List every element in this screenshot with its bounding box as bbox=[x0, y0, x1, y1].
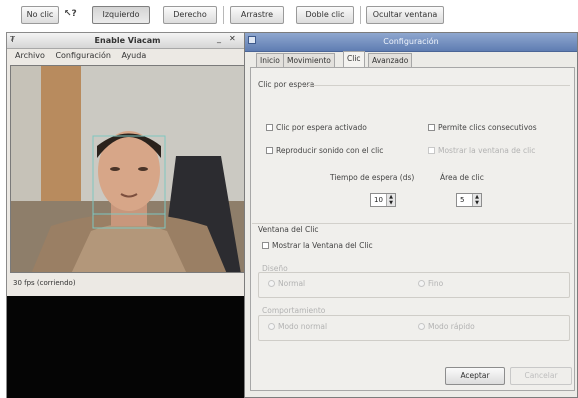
drag-button[interactable]: Arrastre bbox=[230, 6, 284, 24]
allow-consecutive-label: Permite clics consecutivos bbox=[438, 123, 537, 132]
spinner-arrows-icon[interactable]: ▲ ▼ bbox=[386, 194, 395, 206]
left-click-button[interactable]: Izquierdo bbox=[92, 6, 150, 24]
design-thin-label: Fino bbox=[428, 279, 444, 288]
design-normal-radio[interactable] bbox=[268, 280, 275, 287]
design-thin-radio[interactable] bbox=[418, 280, 425, 287]
show-click-window-label: Mostrar la Ventana del Clic bbox=[272, 241, 373, 250]
dwell-enabled-label: Clic por espera activado bbox=[276, 123, 367, 132]
viacam-window: Enable Viacam ₮ _ ✕ Archivo Configuració… bbox=[6, 32, 250, 398]
menu-configuracion[interactable]: Configuración bbox=[55, 51, 111, 60]
behavior-label: Comportamiento bbox=[262, 306, 326, 315]
behavior-normal-label: Modo normal bbox=[278, 322, 328, 331]
tab-inicio[interactable]: Inicio bbox=[256, 53, 284, 67]
behavior-fast-label: Modo rápido bbox=[428, 322, 475, 331]
fps-status: 30 fps (corriendo) bbox=[13, 279, 76, 287]
tab-avanzado[interactable]: Avanzado bbox=[368, 53, 413, 67]
dwell-enabled-checkbox[interactable] bbox=[266, 124, 273, 131]
menu-ayuda[interactable]: Ayuda bbox=[122, 51, 147, 60]
tab-movimiento[interactable]: Movimiento bbox=[283, 53, 335, 67]
menu-archivo[interactable]: Archivo bbox=[15, 51, 45, 60]
play-sound-label: Reproducir sonido con el clic bbox=[276, 146, 384, 155]
allow-consecutive-checkbox[interactable] bbox=[428, 124, 435, 131]
play-sound-checkbox[interactable] bbox=[266, 147, 273, 154]
behavior-fast-radio[interactable] bbox=[418, 323, 425, 330]
right-click-button[interactable]: Derecho bbox=[163, 6, 217, 24]
minimize-icon[interactable]: _ bbox=[217, 34, 221, 43]
dwell-time-label: Tiempo de espera (ds) bbox=[330, 173, 415, 182]
section-divider bbox=[252, 223, 572, 224]
spinner-arrows-icon[interactable]: ▲ ▼ bbox=[472, 194, 481, 206]
tab-clic[interactable]: Clic bbox=[343, 51, 365, 68]
click-area-label: Área de clic bbox=[440, 173, 484, 182]
app-menu-icon[interactable]: ₮ bbox=[10, 35, 15, 44]
background-area bbox=[7, 296, 250, 398]
viacam-menubar: Archivo Configuración Ayuda bbox=[7, 49, 248, 63]
hide-window-button[interactable]: Ocultar ventana bbox=[366, 6, 444, 24]
camera-view bbox=[10, 65, 246, 273]
no-click-button[interactable]: No clic bbox=[21, 6, 59, 24]
window-title: Enable Viacam bbox=[94, 36, 161, 45]
pointer-icon: ↖? bbox=[64, 9, 77, 19]
click-window-section-title: Ventana del Clic bbox=[258, 225, 319, 234]
click-area-value: 5 bbox=[460, 196, 465, 204]
accept-button[interactable]: Aceptar bbox=[445, 367, 505, 385]
dwell-time-value: 10 bbox=[374, 196, 383, 204]
dialog-menu-icon[interactable] bbox=[248, 36, 256, 44]
dialog-title: Configuración bbox=[383, 37, 439, 46]
behavior-normal-radio[interactable] bbox=[268, 323, 275, 330]
show-click-window-checkbox[interactable] bbox=[262, 242, 269, 249]
disabled-option-label: Mostrar la ventana de clic bbox=[438, 146, 536, 155]
click-toolbar: No clic ↖? Izquierdo Derecho Arrastre Do… bbox=[0, 0, 578, 28]
design-normal-label: Normal bbox=[278, 279, 306, 288]
toolbar-separator bbox=[223, 6, 224, 24]
dwell-time-spinner[interactable]: 10 ▲ ▼ bbox=[370, 193, 396, 207]
disabled-option-checkbox[interactable] bbox=[428, 147, 435, 154]
section-divider bbox=[300, 85, 570, 86]
cancel-button[interactable]: Cancelar bbox=[510, 367, 572, 385]
toolbar-separator bbox=[360, 6, 361, 24]
webcam-image bbox=[11, 66, 245, 272]
viacam-titlebar: Enable Viacam bbox=[7, 33, 248, 49]
close-icon[interactable]: ✕ bbox=[229, 34, 236, 43]
double-click-button[interactable]: Doble clic bbox=[296, 6, 354, 24]
config-titlebar: Configuración bbox=[245, 33, 577, 52]
click-area-spinner[interactable]: 5 ▲ ▼ bbox=[456, 193, 482, 207]
